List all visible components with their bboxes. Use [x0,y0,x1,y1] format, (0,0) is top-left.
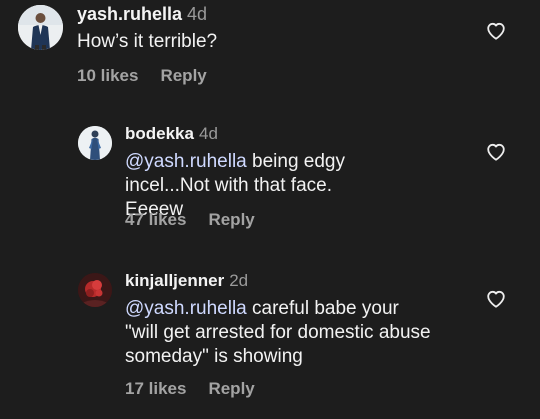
comment-username[interactable]: bodekka [125,124,194,143]
comment-header: kinjalljenner 2d [125,271,248,291]
comment-item: bodekka 4d @yash.ruhella being edgy incel… [0,118,540,248]
comment-text: How’s it terrible? [77,30,457,54]
comment-meta: 47 likes Reply [125,210,255,230]
comment-meta: 10 likes Reply [77,66,207,86]
heart-outline-icon[interactable] [486,22,506,40]
mention-link[interactable]: @yash.ruhella [125,151,247,172]
comment-item: kinjalljenner 2d @yash.ruhella careful ba… [0,263,540,419]
comment-timestamp: 4d [198,124,218,143]
comment-header: bodekka 4d [125,124,218,144]
comment-text: @yash.ruhella careful babe your "will ge… [125,297,435,369]
heart-outline-icon[interactable] [486,290,506,308]
comment-thread: yash.ruhella 4d How’s it terrible? 10 lik… [0,0,540,419]
comment-item: yash.ruhella 4d How’s it terrible? 10 lik… [0,0,540,100]
reply-button[interactable]: Reply [160,66,206,85]
likes-count[interactable]: 47 likes [125,210,186,229]
reply-button[interactable]: Reply [208,210,254,229]
heart-outline-icon[interactable] [486,143,506,161]
avatar[interactable] [78,126,112,160]
likes-count[interactable]: 17 likes [125,379,186,398]
comment-username[interactable]: yash.ruhella [77,4,182,24]
comment-username[interactable]: kinjalljenner [125,271,224,290]
comment-text-content: How’s it terrible? [77,31,218,52]
reply-button[interactable]: Reply [208,379,254,398]
likes-count[interactable]: 10 likes [77,66,138,85]
comment-meta: 17 likes Reply [125,379,255,399]
comment-header: yash.ruhella 4d [77,4,207,25]
mention-link[interactable]: @yash.ruhella [125,298,247,319]
avatar[interactable] [78,273,112,307]
avatar[interactable] [18,5,63,50]
comment-timestamp: 4d [187,4,208,24]
comment-timestamp: 2d [229,271,249,290]
